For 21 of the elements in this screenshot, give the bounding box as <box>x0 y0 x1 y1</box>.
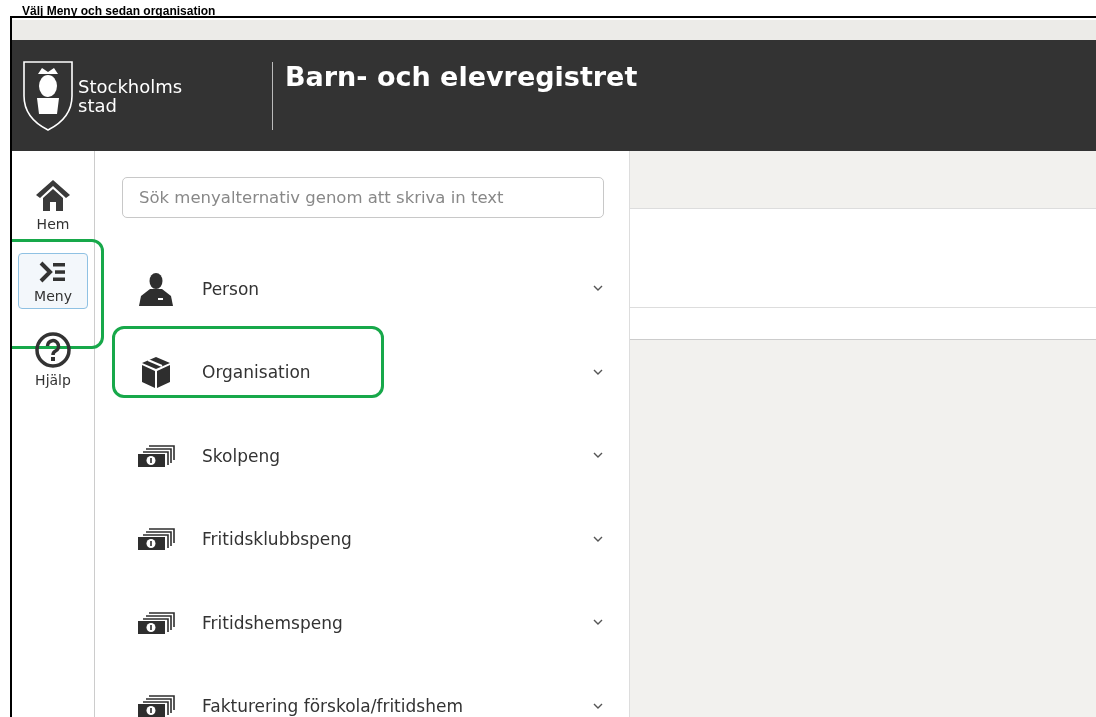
menu-item[interactable]: Fritidsklubbspeng <box>95 497 629 581</box>
rail-button[interactable]: Hjälp <box>18 325 88 393</box>
menu-item[interactable]: Fritidshemspeng <box>95 581 629 665</box>
menu-item[interactable]: Fakturering förskola/fritidshem <box>95 664 629 717</box>
shield-logo-icon <box>22 59 74 132</box>
help-icon <box>35 332 71 368</box>
logo-text: Stockholms stad <box>78 76 183 115</box>
app-title: Barn- och elevregistret <box>285 61 638 92</box>
menu-item[interactable]: Organisation <box>95 330 629 414</box>
money-icon <box>137 443 175 468</box>
menu-item[interactable]: Skolpeng <box>95 414 629 498</box>
caption-text: Välj Meny och sedan organisation <box>22 4 216 19</box>
menu-icon <box>38 260 68 284</box>
money-icon <box>137 527 175 552</box>
home-icon <box>34 178 72 212</box>
rail-button[interactable]: Meny <box>18 253 88 309</box>
rail-button[interactable]: Hem <box>18 171 88 237</box>
search-field[interactable]: Sök menyalternativ genom att skriva in text <box>122 177 604 218</box>
person-icon <box>137 271 175 306</box>
menu-item[interactable]: Person <box>95 247 629 331</box>
money-icon <box>137 610 175 635</box>
